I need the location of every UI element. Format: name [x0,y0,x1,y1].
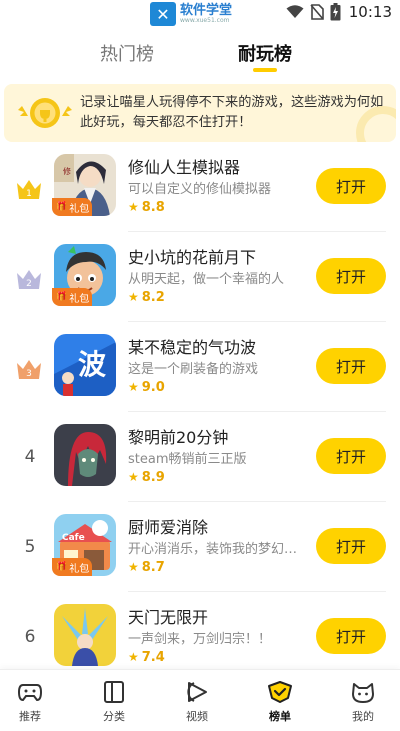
open-button[interactable]: 打开 [316,438,386,474]
list-item[interactable]: 5 Cafe 🎁 礼包 厨师爱消除 开心消消乐，装饰我的梦幻… ★ 8.7 打开 [0,502,400,592]
list-item[interactable]: 1 修 🎁 礼包 修仙人生模拟器 可以自定义的修仙模拟器 ★ 8.8 打开 [0,142,400,232]
battery-charging-icon [330,3,341,21]
clock: 10:13 [348,3,392,21]
category-icon [104,681,124,703]
nav-label: 榜单 [269,710,291,723]
list-item[interactable]: 4 黎明前20分钟 steam畅销前三正版 ★ 8.9 打开 [0,412,400,502]
game-title: 某不稳定的气功波 [128,338,257,357]
ranking-tabs: 热门榜 耐玩榜 [0,36,400,74]
game-title: 修仙人生模拟器 [128,158,241,177]
gift-badge: 🎁 礼包 [52,558,92,576]
tab-hot-ranking[interactable]: 热门榜 [100,40,154,66]
gamepad-icon [17,684,43,702]
nav-item-recommend[interactable]: 推荐 [0,680,60,724]
gift-badge: 🎁 礼包 [52,198,92,216]
list-item[interactable]: 2 🎁 礼包 史小坑的花前月下 从明天起，做一个幸福的人 ★ 8.2 打开 [0,232,400,322]
game-title: 天门无限开 [128,608,209,627]
watermark-url: www.xue51.com [180,17,230,24]
red-hair-game-icon[interactable] [54,424,116,486]
tab-active-indicator [253,68,277,72]
nav-item-mine[interactable]: 我的 [333,680,393,724]
svg-text:修: 修 [63,166,71,176]
bronze-crown-icon: 3 [17,360,41,379]
rank-number: 5 [24,537,36,557]
nav-item-ranking[interactable]: 榜单 [250,680,310,724]
ranking-description-banner: 记录让喵星人玩得停不下来的游戏，这些游戏为何如此好玩，每天都忍不住打开！ [4,84,396,142]
star-icon: ★ [128,560,139,574]
rank-number: 4 [24,447,36,467]
svg-text:3: 3 [26,369,32,379]
open-button[interactable]: 打开 [316,528,386,564]
nav-item-category[interactable]: 分类 [84,680,144,724]
star-icon: ★ [128,200,139,214]
nav-item-video[interactable]: 视频 [167,680,227,724]
game-description: 一声剑来，万剑归宗！！ [128,632,272,647]
watermark-text: 软件学堂 [180,3,233,18]
game-description: 这是一个刷装备的游戏 [128,362,259,377]
trophy-badge-icon [18,98,72,128]
open-button[interactable]: 打开 [316,618,386,654]
game-description: 开心消消乐，装饰我的梦幻… [128,542,298,557]
star-icon: ★ [128,650,139,664]
gold-crown-icon: 1 [17,180,41,199]
status-bar: ✕ 软件学堂 www.xue51.com 10:13 [0,0,400,28]
video-icon [187,682,207,702]
star-icon: ★ [128,290,139,304]
watermark: ✕ 软件学堂 www.xue51.com [150,2,232,26]
nav-label: 视频 [186,710,208,723]
game-description: 从明天起，做一个幸福的人 [128,272,285,287]
game-rating: ★ 9.0 [128,380,165,395]
sword-game-icon[interactable] [54,604,116,666]
gift-badge: 🎁 礼包 [52,288,92,306]
list-item[interactable]: 3 波 某不稳定的气功波 这是一个刷装备的游戏 ★ 9.0 打开 [0,322,400,412]
star-icon: ★ [128,380,139,394]
game-rating: ★ 8.9 [128,470,165,485]
svg-text:2: 2 [26,279,32,289]
cat-face-icon [352,683,374,703]
svg-text:Cafe: Cafe [62,533,85,543]
watermark-logo-icon: ✕ [150,2,176,26]
tab-endurance-ranking[interactable]: 耐玩榜 [238,40,292,66]
game-title: 史小坑的花前月下 [128,248,257,267]
game-rating: ★ 8.7 [128,560,165,575]
wave-character-game-icon[interactable]: 波 [54,334,116,396]
game-title: 厨师爱消除 [128,518,209,537]
game-description: 可以自定义的修仙模拟器 [128,182,272,197]
game-rating: ★ 8.8 [128,200,165,215]
wifi-icon [286,5,304,18]
nav-label: 我的 [352,710,374,723]
svg-text:1: 1 [26,189,32,199]
game-rating: ★ 8.2 [128,290,165,305]
svg-text:波: 波 [78,348,107,381]
ranking-icon [268,681,292,703]
star-icon: ★ [128,470,139,484]
nav-label: 推荐 [19,710,41,723]
nav-label: 分类 [103,710,125,723]
open-button[interactable]: 打开 [316,348,386,384]
rank-number: 6 [24,627,36,647]
game-description: steam畅销前三正版 [128,452,247,467]
banner-text: 记录让喵星人玩得停不下来的游戏，这些游戏为何如此好玩，每天都忍不住打开！ [80,95,384,130]
silver-crown-icon: 2 [17,270,41,289]
bottom-navigation: 推荐 分类 视频 榜单 我的 [0,669,400,731]
game-title: 黎明前20分钟 [128,428,229,447]
open-button[interactable]: 打开 [316,168,386,204]
open-button[interactable]: 打开 [316,258,386,294]
no-sim-icon [310,4,324,20]
game-rating: ★ 7.4 [128,650,165,665]
